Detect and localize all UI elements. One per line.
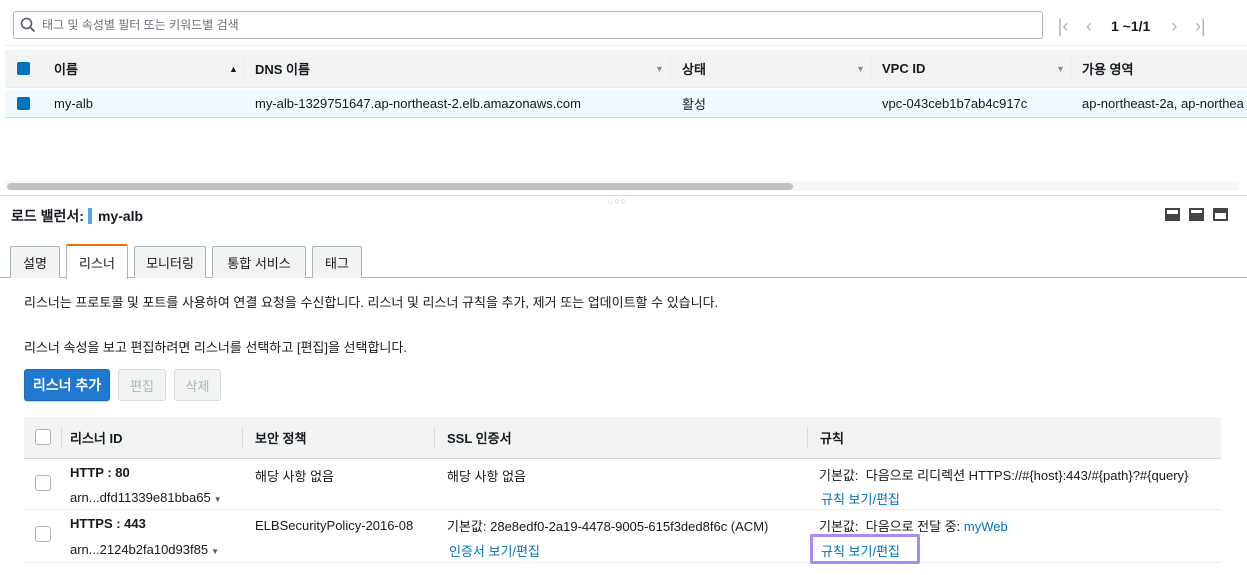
listener-checkbox[interactable]	[35, 475, 51, 491]
column-divider	[61, 427, 62, 449]
ssl-certificate: 해당 사항 없음	[447, 469, 526, 484]
column-header-vpc[interactable]: VPC ID	[882, 50, 925, 87]
lb-state: 활성	[682, 97, 706, 112]
lb-dns: my-alb-1329751647.ap-northeast-2.elb.ama…	[255, 96, 581, 111]
sort-asc-icon[interactable]: ▲	[229, 50, 238, 87]
column-header-ssl: SSL 인증서	[447, 431, 512, 446]
view-edit-certificate-link[interactable]: 인증서 보기/편집	[449, 541, 540, 560]
prev-page-icon[interactable]: ‹	[1079, 16, 1099, 36]
rule-default: 기본값: 다음으로 전달 중: myWeb	[819, 516, 1008, 535]
select-all-listeners-checkbox[interactable]	[35, 429, 51, 445]
rule-action: 다음으로 전달 중:	[865, 519, 961, 534]
column-divider	[242, 427, 243, 449]
listener-arn[interactable]: arn...dfd11339e81bba65 ▼	[70, 490, 222, 505]
listener-id: HTTP : 80	[70, 465, 130, 480]
listener-id: HTTPS : 443	[70, 516, 146, 531]
search-icon	[20, 17, 36, 33]
select-all-checkbox[interactable]	[17, 50, 30, 87]
first-page-icon[interactable]: |‹	[1053, 16, 1073, 36]
horizontal-scrollbar[interactable]	[5, 181, 1239, 191]
rule-default-label: 기본값:	[819, 468, 859, 483]
view-edit-rules-link[interactable]: 규칙 보기/편집	[821, 489, 900, 508]
tab-monitoring[interactable]: 모니터링	[134, 246, 206, 278]
last-page-icon[interactable]: ›|	[1190, 16, 1210, 36]
column-header-dns[interactable]: DNS 이름	[255, 50, 310, 87]
detail-title-label: 로드 밸런서:	[11, 208, 84, 224]
panel-splitter[interactable]: ○○○	[0, 195, 1247, 206]
lb-az: ap-northeast-2a, ap-northea	[1082, 96, 1244, 111]
column-divider	[434, 427, 435, 449]
row-checkbox[interactable]	[17, 90, 30, 117]
delete-button[interactable]: 삭제	[174, 369, 221, 401]
column-header-az[interactable]: 가용 영역	[1082, 50, 1133, 87]
column-divider	[871, 58, 872, 80]
panel-bottom-icon[interactable]	[1165, 208, 1180, 221]
lb-name: my-alb	[54, 96, 94, 111]
column-divider	[670, 58, 671, 80]
lb-vpc: vpc-043ceb1b7ab4c917c	[882, 96, 1028, 111]
rule-default: 기본값: 다음으로 리디렉션 HTTPS://#{host}:443/#{pat…	[819, 465, 1188, 484]
table-row[interactable]: HTTP : 80 arn...dfd11339e81bba65 ▼ 해당 사항 …	[24, 459, 1221, 510]
ssl-certificate: 기본값: 28e8edf0-2a19-4478-9005-615f3ded8f6…	[447, 519, 769, 534]
listener-description: 리스너는 프로토콜 및 포트를 사용하여 연결 요청을 수신합니다. 리스너 및…	[24, 295, 719, 310]
highlight-box	[810, 534, 920, 564]
add-listener-button[interactable]: 리스너 추가	[24, 369, 110, 401]
table-row[interactable]: HTTPS : 443 arn...2124b2fa10d93f85 ▼ ELBS…	[24, 511, 1221, 563]
listeners-table-header: 리스너 ID 보안 정책 SSL 인증서 규칙	[24, 417, 1221, 459]
target-group-link[interactable]: myWeb	[964, 519, 1008, 534]
tab-listeners[interactable]: 리스너	[66, 244, 128, 279]
tab-description[interactable]: 설명	[10, 246, 60, 278]
pagination-text: 1 ~1/1	[1111, 18, 1151, 34]
security-policy: 해당 사항 없음	[255, 469, 334, 484]
drag-handle-icon[interactable]: ○○○	[608, 196, 627, 206]
scrollbar-thumb[interactable]	[7, 183, 793, 190]
column-header-name[interactable]: 이름	[54, 50, 78, 87]
tab-tags[interactable]: 태그	[312, 246, 362, 278]
security-policy: ELBSecurityPolicy-2016-08	[255, 518, 414, 533]
column-divider	[1071, 58, 1072, 80]
sort-icon[interactable]: ▼	[856, 50, 865, 87]
pagination: |‹ ‹ 1 ~1/1 › ›|	[1053, 14, 1216, 38]
listener-arn-text: arn...dfd11339e81bba65	[70, 490, 211, 505]
edit-button[interactable]: 편집	[118, 369, 166, 401]
detail-tabs: 설명 리스너 모니터링 통합 서비스 태그	[0, 244, 1247, 279]
listener-edit-hint: 리스너 속성을 보고 편집하려면 리스너를 선택하고 [편집]을 선택합니다.	[24, 340, 407, 355]
caret-down-icon[interactable]: ▼	[214, 495, 222, 504]
next-page-icon[interactable]: ›	[1164, 16, 1184, 36]
panel-top-icon[interactable]	[1213, 208, 1228, 221]
table-row[interactable]: my-alb my-alb-1329751647.ap-northeast-2.…	[5, 90, 1247, 118]
column-header-state[interactable]: 상태	[682, 50, 706, 87]
listener-checkbox[interactable]	[35, 526, 51, 542]
tab-integrated-services[interactable]: 통합 서비스	[212, 246, 306, 278]
lb-color-marker	[87, 208, 92, 224]
listener-arn-text: arn...2124b2fa10d93f85	[70, 542, 209, 557]
load-balancer-list-panel: |‹ ‹ 1 ~1/1 › ›| 이름 ▲ DNS 이름 ▼ 상태 ▼ VPC …	[0, 0, 1247, 196]
sort-icon[interactable]: ▼	[655, 50, 664, 87]
panel-view-toggles	[1165, 208, 1237, 221]
column-header-listener-id: 리스너 ID	[70, 431, 123, 446]
sort-icon[interactable]: ▼	[1056, 50, 1065, 87]
rule-action: 다음으로 리디렉션 HTTPS://#{host}:443/#{path}?#{…	[865, 468, 1189, 483]
detail-title-value: my-alb	[97, 208, 144, 224]
rule-default-label: 기본값:	[819, 519, 859, 534]
column-divider	[243, 58, 244, 80]
column-divider	[807, 427, 808, 449]
detail-title: 로드 밸런서: my-alb	[11, 206, 143, 226]
search-input[interactable]	[42, 15, 1032, 35]
search-box[interactable]	[13, 11, 1043, 39]
panel-split-icon[interactable]	[1189, 208, 1204, 221]
caret-down-icon[interactable]: ▼	[211, 547, 219, 556]
column-header-rules: 규칙	[820, 431, 844, 446]
column-header-security-policy: 보안 정책	[255, 431, 307, 446]
listener-arn[interactable]: arn...2124b2fa10d93f85 ▼	[70, 542, 219, 557]
search-bar-row: |‹ ‹ 1 ~1/1 › ›|	[5, 4, 1247, 46]
grid-header: 이름 ▲ DNS 이름 ▼ 상태 ▼ VPC ID ▼ 가용 영역	[5, 50, 1247, 88]
